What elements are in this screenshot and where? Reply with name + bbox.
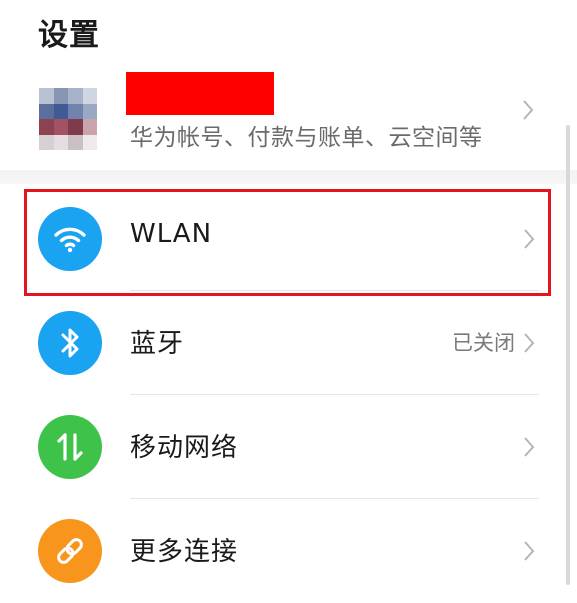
link-icon: [38, 519, 102, 583]
bluetooth-status: 已关闭: [452, 331, 515, 355]
account-subtitle: 华为帐号、付款与账单、云空间等: [130, 125, 483, 151]
settings-item-label: 蓝牙: [130, 329, 185, 359]
settings-item-label: 更多连接: [130, 537, 239, 567]
chevron-right-icon: [524, 541, 535, 561]
chevron-right-icon: [523, 100, 534, 120]
mobile-data-icon: [38, 415, 102, 479]
avatar: [39, 88, 97, 150]
settings-item-wlan[interactable]: WLAN: [0, 187, 577, 291]
settings-item-bluetooth[interactable]: 蓝牙 已关闭: [0, 291, 577, 395]
section-divider: [0, 170, 577, 184]
settings-item-more-connections[interactable]: 更多连接: [0, 499, 577, 603]
page-title: 设置: [38, 18, 100, 53]
chevron-right-icon: [524, 229, 535, 249]
account-row[interactable]: 华为帐号、付款与账单、云空间等: [0, 60, 577, 170]
settings-item-label: 移动网络: [130, 433, 239, 463]
settings-item-mobile-network[interactable]: 移动网络: [0, 395, 577, 499]
wifi-icon: [38, 207, 102, 271]
settings-item-label: WLAN: [130, 219, 213, 249]
redacted-account-name: [126, 72, 274, 115]
bluetooth-icon: [38, 311, 102, 375]
chevron-right-icon: [524, 333, 535, 353]
chevron-right-icon: [524, 437, 535, 457]
